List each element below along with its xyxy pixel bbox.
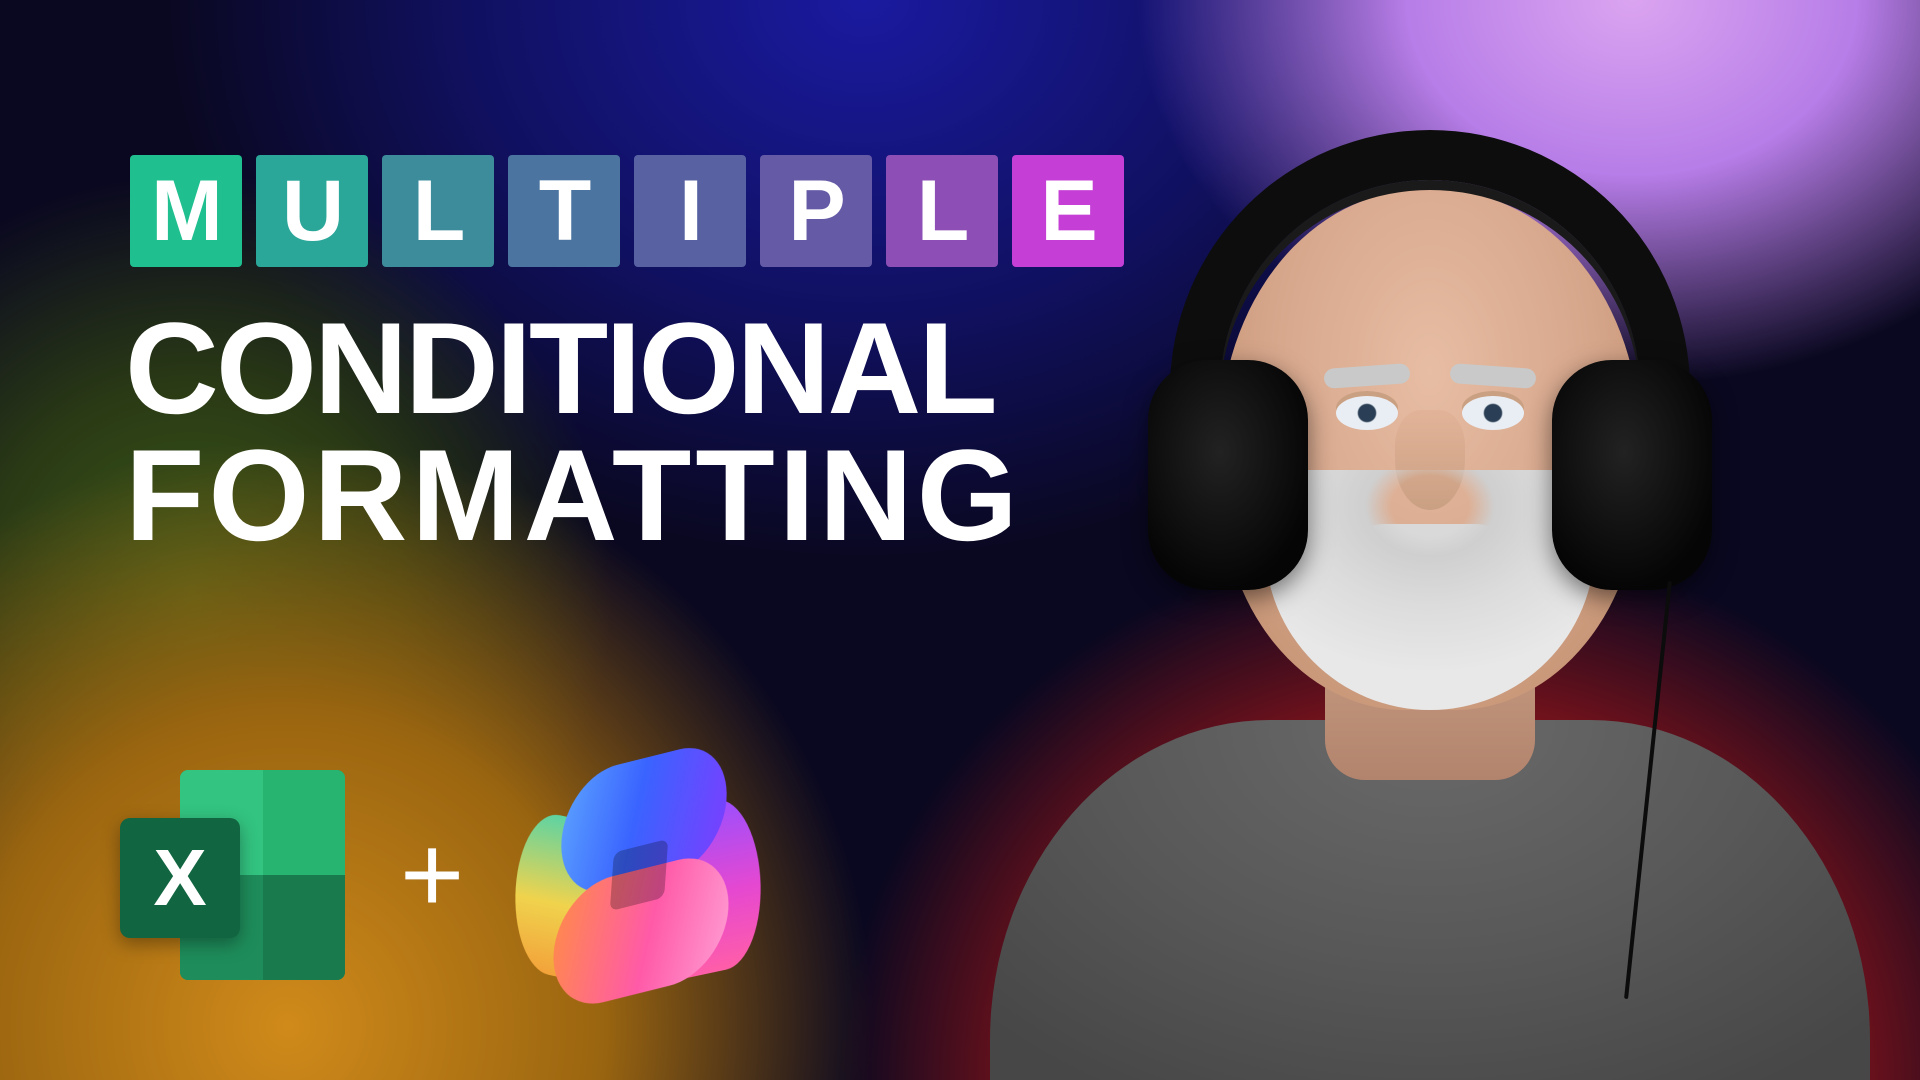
headline: CONDITIONAL FORMATTING [125,305,1022,560]
logo-row: X + [120,765,759,985]
excel-letter: X [120,818,240,938]
tile-letter: U [256,155,368,267]
plus-icon: + [400,820,464,930]
headphones-earcup [1552,360,1712,590]
headphones-earcup [1148,360,1308,590]
headline-line1: CONDITIONAL [125,305,1022,432]
tile-letter: L [382,155,494,267]
head [1220,190,1640,710]
presenter-photo [980,100,1880,1080]
tile-letter: M [130,155,242,267]
word-tiles: M U L T I P L E [130,155,1124,267]
headline-line2: FORMATTING [125,432,1022,559]
tile-letter: P [760,155,872,267]
tile-letter: I [634,155,746,267]
copilot-icon [519,765,759,985]
tile-letter: T [508,155,620,267]
excel-icon: X [120,770,345,980]
